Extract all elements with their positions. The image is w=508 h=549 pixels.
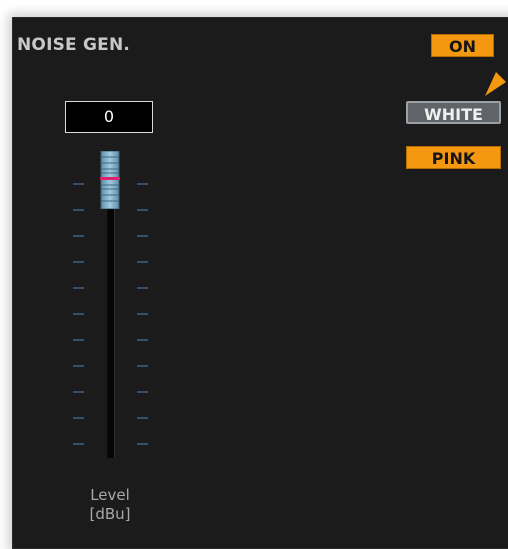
fader-label-name: Level <box>90 486 130 504</box>
noise-generator-panel: NOISE GEN. ON WHITE PINK 0 Level [dBu] <box>12 17 508 549</box>
fader-knob[interactable] <box>93 150 128 210</box>
white-noise-button[interactable]: WHITE <box>406 101 501 124</box>
fader-tick <box>137 261 148 263</box>
fader-tick <box>137 339 148 341</box>
panel-title: NOISE GEN. <box>17 35 131 55</box>
pink-noise-button[interactable]: PINK <box>406 146 501 169</box>
fader-label: Level [dBu] <box>61 486 159 524</box>
fader-tick <box>73 183 84 185</box>
fader-tick <box>137 209 148 211</box>
level-value-field[interactable]: 0 <box>65 101 153 133</box>
fader-tick <box>73 209 84 211</box>
fader-tick <box>137 443 148 445</box>
fader-tick <box>73 313 84 315</box>
fader-tick <box>73 261 84 263</box>
fader-tick <box>73 391 84 393</box>
fader-tick <box>137 235 148 237</box>
fader-tick <box>73 443 84 445</box>
fader-label-unit: [dBu] <box>89 505 131 523</box>
fader-tick <box>137 391 148 393</box>
fader-tick <box>73 339 84 341</box>
on-button[interactable]: ON <box>431 34 494 57</box>
fader-tick <box>137 287 148 289</box>
fader-tick <box>137 183 148 185</box>
fader-tick <box>73 287 84 289</box>
fader-tick <box>137 313 148 315</box>
fader-tick <box>73 365 84 367</box>
fader-tick <box>73 417 84 419</box>
fader-tick <box>73 235 84 237</box>
fader-knob-icon <box>100 150 120 210</box>
level-fader[interactable] <box>63 148 158 463</box>
fader-tick <box>137 365 148 367</box>
fader-tick <box>137 417 148 419</box>
